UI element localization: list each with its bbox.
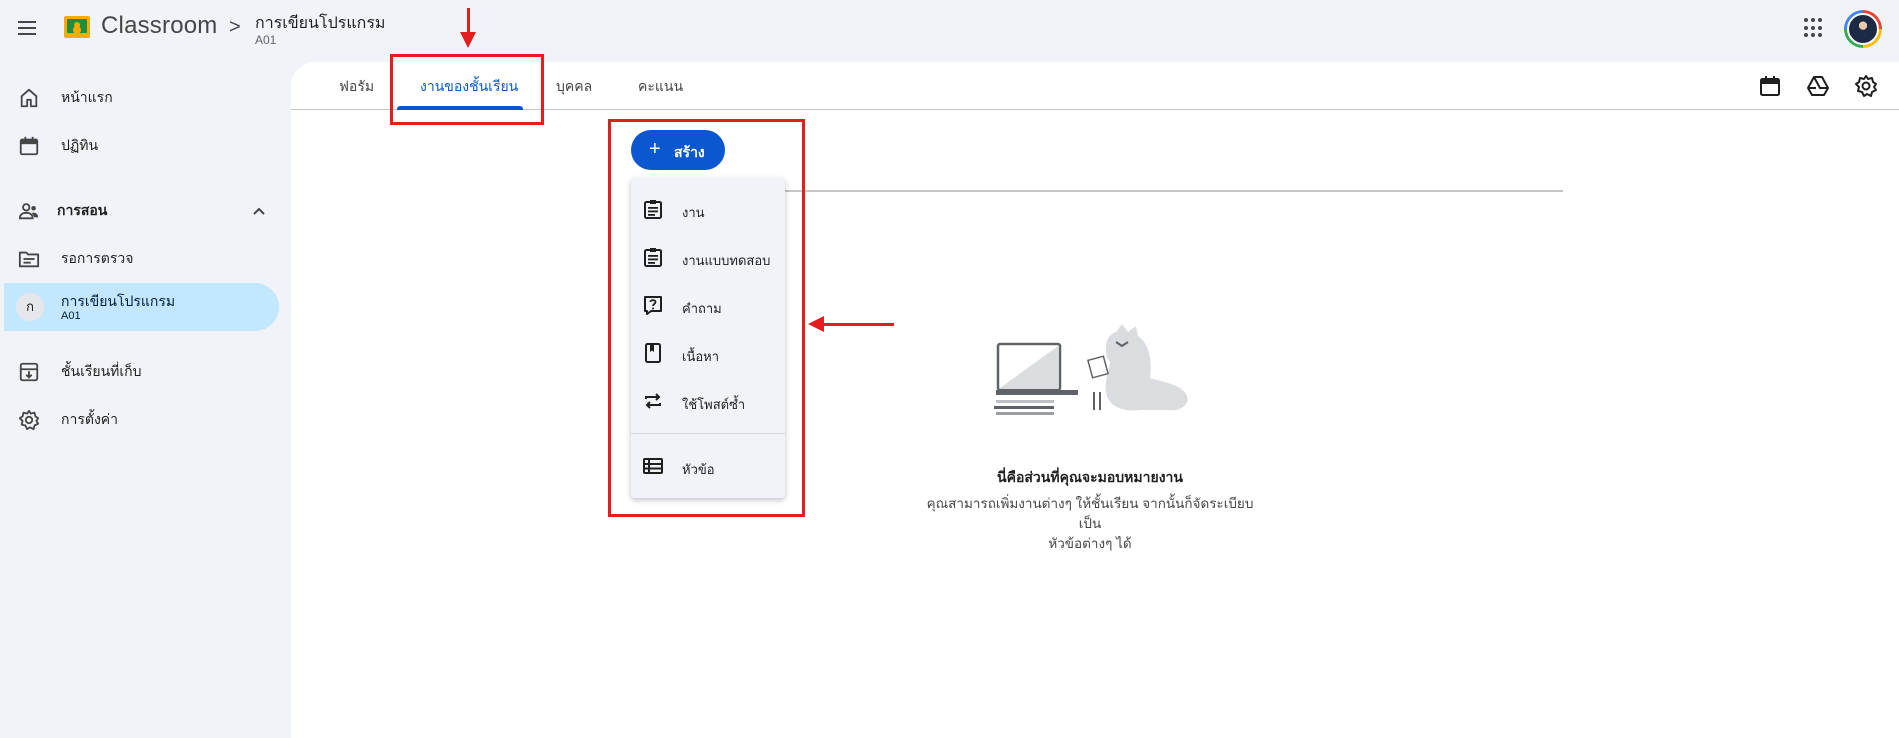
account-avatar[interactable] bbox=[1844, 10, 1882, 48]
sidebar-item-home[interactable]: หน้าแรก bbox=[0, 74, 280, 122]
breadcrumb-chevron-icon: > bbox=[229, 16, 241, 38]
sidebar-item-course-programming[interactable]: ก การเขียนโปรแกรม A01 bbox=[4, 283, 279, 331]
google-apps-icon[interactable] bbox=[1804, 18, 1824, 38]
sidebar-item-label: การตั้งค่า bbox=[61, 411, 119, 427]
sidebar-item-label: หน้าแรก bbox=[61, 89, 113, 105]
people-teaching-icon bbox=[18, 203, 39, 220]
sidebar-item-settings[interactable]: การตั้งค่า bbox=[0, 396, 280, 444]
sidebar-item-label: ชั้นเรียนที่เก็บ bbox=[61, 363, 142, 379]
empty-state-title: นี่คือส่วนที่คุณจะมอบหมายงาน bbox=[997, 469, 1183, 485]
empty-state-description: คุณสามารถเพิ่มงานต่างๆ ให้ชั้นเรียน จากน… bbox=[920, 494, 1260, 554]
course-initial-avatar: ก bbox=[16, 293, 44, 321]
to-review-folder-icon bbox=[18, 251, 40, 268]
app-title[interactable]: Classroom bbox=[101, 12, 218, 40]
gear-icon bbox=[18, 409, 40, 431]
sidebar-item-label: รอการตรวจ bbox=[61, 250, 134, 266]
tab-stream[interactable]: ฟอรัม bbox=[339, 76, 374, 98]
sidebar-item-label: ปฏิทิน bbox=[61, 137, 99, 153]
breadcrumb-course-section: A01 bbox=[255, 33, 277, 47]
content-divider bbox=[784, 190, 1563, 192]
archive-icon bbox=[19, 362, 39, 382]
classroom-logo-icon[interactable] bbox=[64, 16, 90, 38]
home-icon bbox=[20, 88, 38, 108]
calendar-icon bbox=[19, 136, 39, 156]
sidebar-item-archived[interactable]: ชั้นเรียนที่เก็บ bbox=[0, 348, 280, 396]
empty-state-description-line: คุณสามารถเพิ่มงานต่างๆ ให้ชั้นเรียน จากน… bbox=[926, 496, 1254, 531]
empty-state-description-line: หัวข้อต่างๆ ได้ bbox=[1048, 536, 1132, 551]
empty-state-illustration bbox=[994, 324, 1188, 415]
drive-folder-icon[interactable] bbox=[1806, 74, 1830, 98]
top-app-bar: Classroom > การเขียนโปรแกรม A01 bbox=[0, 0, 1899, 58]
calendar-icon[interactable] bbox=[1758, 74, 1782, 98]
annotation-arrow-left-icon bbox=[808, 316, 824, 332]
sidebar-item-calendar[interactable]: ปฏิทิน bbox=[0, 122, 280, 170]
annotation-highlight-create-menu bbox=[608, 119, 805, 517]
gear-icon[interactable] bbox=[1854, 74, 1878, 98]
annotation-arrow-left-shaft bbox=[820, 323, 894, 326]
sidebar-section-teaching[interactable]: การสอน bbox=[0, 187, 280, 235]
sidebar-item-to-review[interactable]: รอการตรวจ bbox=[0, 235, 280, 283]
sidebar-section-label: การสอน bbox=[57, 202, 108, 218]
annotation-highlight-classwork-tab bbox=[390, 54, 544, 125]
annotation-arrow-down-icon bbox=[460, 32, 476, 48]
tab-people[interactable]: บุคคล bbox=[556, 76, 592, 98]
main-menu-icon[interactable] bbox=[14, 15, 40, 41]
chevron-up-icon[interactable] bbox=[252, 204, 266, 218]
tab-grades[interactable]: คะแนน bbox=[638, 76, 683, 98]
sidebar-course-section: A01 bbox=[61, 310, 81, 322]
